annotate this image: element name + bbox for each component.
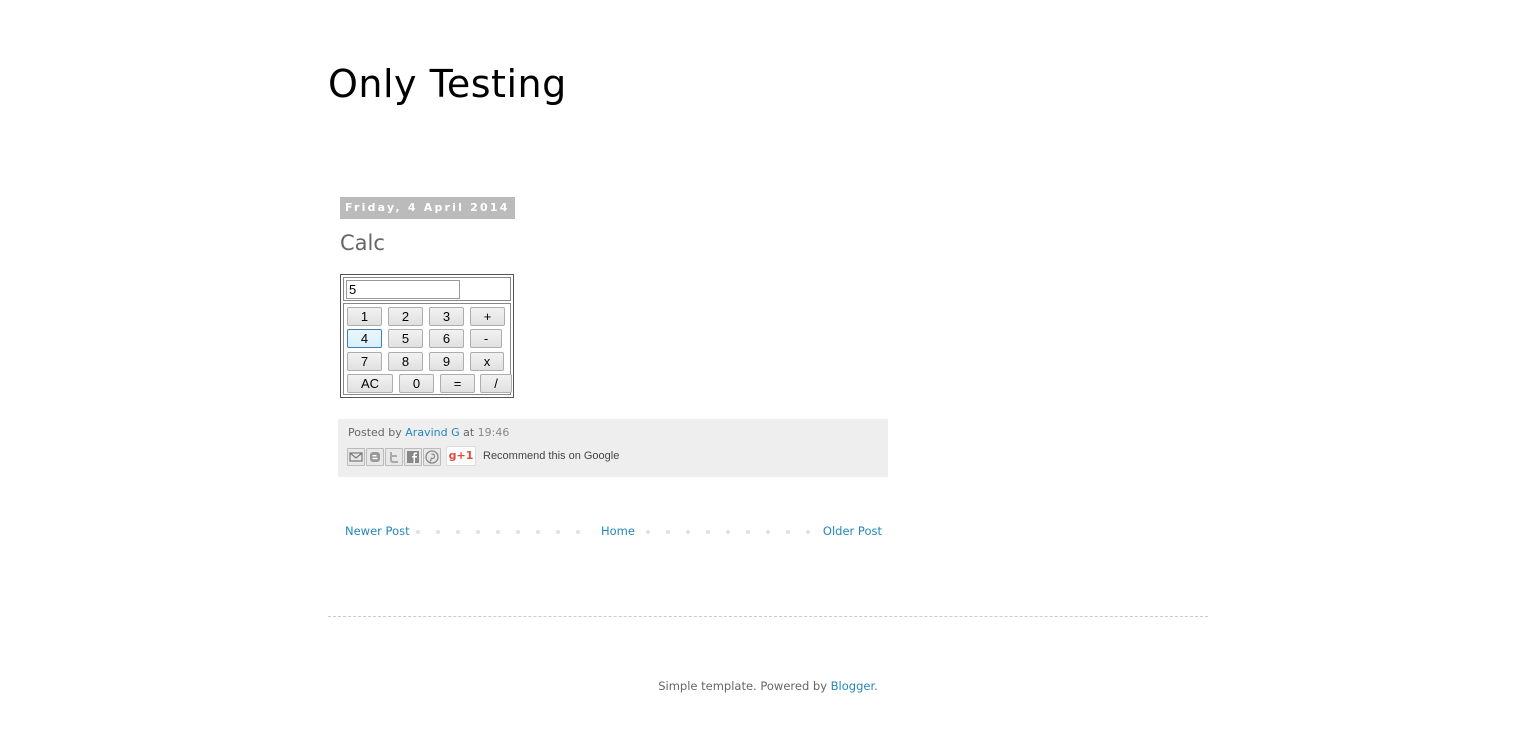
recommend-on-google-text: Recommend this on Google — [483, 450, 620, 462]
key-0[interactable]: 0 — [399, 374, 434, 393]
author-link[interactable]: Aravind G — [405, 426, 459, 439]
key-6[interactable]: 6 — [429, 329, 464, 348]
at-label: at — [463, 426, 475, 439]
home-link[interactable]: Home — [598, 524, 638, 538]
footer-divider — [328, 616, 1208, 617]
key-equals[interactable]: = — [440, 374, 475, 393]
pager-dots-left — [408, 530, 588, 534]
pager-dots-right — [638, 530, 828, 534]
post-title[interactable]: Calc — [340, 231, 385, 255]
calculator-display[interactable] — [346, 280, 460, 299]
key-9[interactable]: 9 — [429, 352, 464, 371]
key-multiply[interactable]: x — [470, 352, 504, 371]
key-plus[interactable]: + — [470, 307, 505, 326]
key-divide[interactable]: / — [480, 374, 512, 393]
key-5[interactable]: 5 — [388, 329, 423, 348]
attribution-suffix: . — [874, 679, 878, 693]
calculator-display-row — [343, 277, 511, 301]
key-2[interactable]: 2 — [388, 307, 423, 326]
post-timestamp-link[interactable]: 19:46 — [478, 426, 510, 439]
key-minus[interactable]: - — [470, 329, 502, 348]
email-icon[interactable] — [347, 448, 365, 466]
key-clear[interactable]: AC — [347, 374, 393, 393]
key-7[interactable]: 7 — [347, 352, 382, 371]
calculator-keypad: 1 2 3 + 4 5 6 - 7 8 9 x AC 0 = / — [343, 303, 512, 395]
facebook-icon[interactable] — [404, 448, 422, 466]
google-plus-one-button[interactable]: g+1 — [446, 446, 476, 466]
blogger-link[interactable]: Blogger — [831, 679, 874, 693]
key-3[interactable]: 3 — [429, 307, 464, 326]
older-post-link[interactable]: Older Post — [819, 524, 885, 538]
post-byline: Posted by Aravind G at 19:46 — [348, 426, 509, 439]
blog-pager: Newer Post Home Older Post — [338, 522, 888, 540]
attribution: Simple template. Powered by Blogger. — [0, 679, 1536, 693]
key-8[interactable]: 8 — [388, 352, 423, 371]
blog-title[interactable]: Only Testing — [328, 62, 567, 106]
calculator: 1 2 3 + 4 5 6 - 7 8 9 x AC 0 = / — [340, 274, 514, 398]
post-footer: Posted by Aravind G at 19:46 g+1 Recomme… — [338, 419, 888, 477]
posted-by-label: Posted by — [348, 426, 402, 439]
key-4[interactable]: 4 — [347, 329, 382, 348]
blogger-icon[interactable] — [366, 448, 384, 466]
newer-post-link[interactable]: Newer Post — [342, 524, 413, 538]
key-1[interactable]: 1 — [347, 307, 382, 326]
pinterest-icon[interactable] — [423, 448, 441, 466]
twitter-icon[interactable] — [385, 448, 403, 466]
post-date-header: Friday, 4 April 2014 — [340, 197, 515, 219]
attribution-text: Simple template. Powered by — [658, 679, 831, 693]
